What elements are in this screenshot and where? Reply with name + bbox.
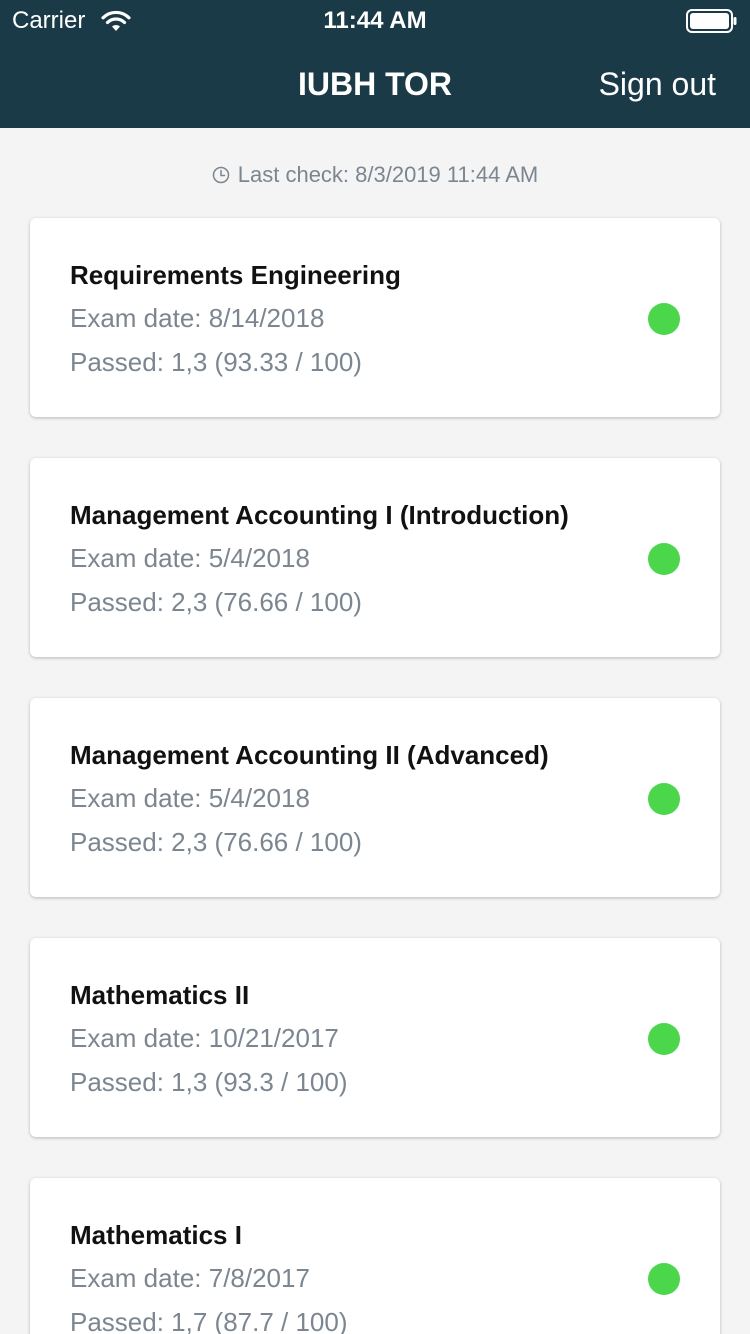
passed-status-dot	[648, 1263, 680, 1295]
exam-card[interactable]: Requirements Engineering Exam date: 8/14…	[30, 218, 720, 417]
clock-time: 11:44 AM	[323, 7, 427, 34]
last-check-label: Last check: 8/3/2019 11:44 AM	[237, 162, 539, 187]
passed-status-dot	[648, 783, 680, 815]
exam-card[interactable]: Management Accounting I (Introduction) E…	[30, 458, 720, 657]
exam-card[interactable]: Management Accounting II (Advanced) Exam…	[30, 698, 720, 897]
last-check-row: Last check: 8/3/2019 11:44 AM	[0, 160, 750, 190]
exam-date: Exam date: 10/21/2017	[70, 1023, 339, 1053]
exam-result: Passed: 1,7 (87.7 / 100)	[70, 1307, 348, 1334]
exam-result: Passed: 2,3 (76.66 / 100)	[70, 827, 362, 857]
exam-card[interactable]: Mathematics II Exam date: 10/21/2017 Pas…	[30, 938, 720, 1137]
exam-title: Management Accounting I (Introduction)	[70, 500, 569, 530]
battery-icon	[686, 9, 737, 33]
clock-icon	[212, 166, 230, 184]
exam-title: Mathematics I	[70, 1220, 242, 1250]
passed-status-dot	[648, 1023, 680, 1055]
exam-date: Exam date: 8/14/2018	[70, 303, 325, 333]
exam-date: Exam date: 5/4/2018	[70, 543, 310, 573]
exam-date: Exam date: 5/4/2018	[70, 783, 310, 813]
passed-status-dot	[648, 543, 680, 575]
exam-title: Requirements Engineering	[70, 260, 401, 290]
exam-result: Passed: 1,3 (93.3 / 100)	[70, 1067, 348, 1097]
exam-result: Passed: 2,3 (76.66 / 100)	[70, 587, 362, 617]
exam-title: Mathematics II	[70, 980, 250, 1010]
top-bar: Carrier 11:44 AM IUBH TOR Sign out	[0, 0, 750, 128]
exam-date: Exam date: 7/8/2017	[70, 1263, 310, 1293]
exam-card[interactable]: Mathematics I Exam date: 7/8/2017 Passed…	[30, 1178, 720, 1334]
screen: Carrier 11:44 AM IUBH TOR Sign out Last …	[0, 0, 750, 1334]
exam-title: Management Accounting II (Advanced)	[70, 740, 549, 770]
sign-out-button[interactable]: Sign out	[599, 62, 716, 106]
passed-status-dot	[648, 303, 680, 335]
exam-result: Passed: 1,3 (93.33 / 100)	[70, 347, 362, 377]
